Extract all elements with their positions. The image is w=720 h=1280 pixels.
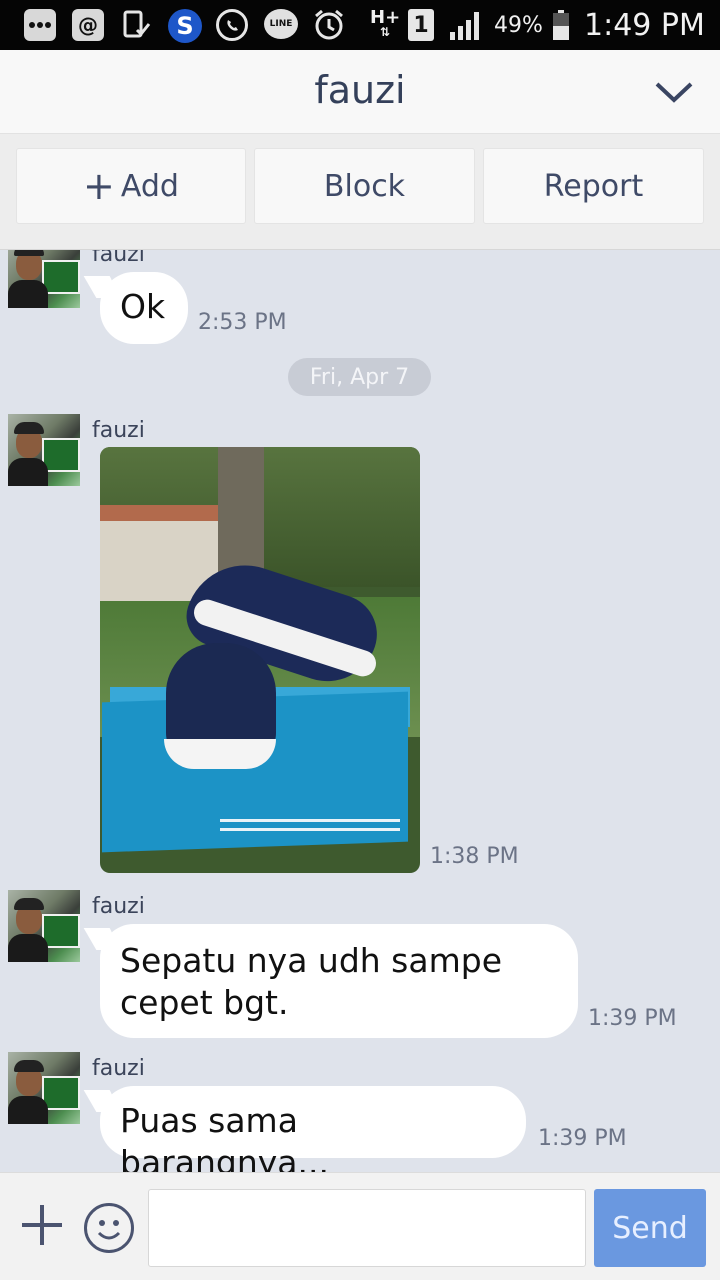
message-time: 1:39 PM (538, 1126, 627, 1151)
message-bubble[interactable]: Ok (100, 272, 188, 344)
message-bubble[interactable]: Sepatu nya udh sampe cepet bgt. (100, 924, 578, 1038)
sender-name: fauzi (92, 418, 145, 443)
action-bar: + Add Block Report (0, 134, 720, 250)
status-bar: @ S LINE H+ ⇅ 1 49% 1:49 PM (0, 0, 720, 50)
more-icon (24, 9, 56, 41)
message-time: 1:38 PM (430, 844, 519, 869)
add-button[interactable]: + Add (16, 148, 246, 224)
sender-name: fauzi (92, 250, 145, 267)
whatsapp-icon (216, 9, 248, 41)
chat-header: fauzi (0, 50, 720, 134)
chat-area[interactable]: fauzi Ok 2:53 PM Fri, Apr 7 fauzi 1:38 P… (0, 250, 720, 1172)
alarm-icon (312, 9, 346, 41)
signal-icon (448, 9, 484, 41)
plus-icon: + (83, 164, 115, 208)
at-icon: @ (72, 9, 104, 41)
sim-1-icon: 1 (408, 9, 434, 41)
clock: 1:49 PM (584, 7, 705, 43)
avatar[interactable] (8, 890, 80, 962)
sender-name: fauzi (92, 894, 145, 919)
report-button[interactable]: Report (483, 148, 704, 224)
avatar[interactable] (8, 414, 80, 486)
date-separator: Fri, Apr 7 (288, 358, 431, 396)
message-time: 1:39 PM (588, 1006, 677, 1031)
block-button[interactable]: Block (254, 148, 475, 224)
chevron-down-icon[interactable] (654, 76, 694, 106)
block-label: Block (323, 168, 406, 204)
battery-percent: 49% (494, 12, 543, 38)
sender-name: fauzi (92, 1056, 145, 1081)
message-text: cepet bgt. (120, 983, 289, 1022)
send-button[interactable]: Send (594, 1189, 706, 1267)
message-input[interactable] (148, 1189, 586, 1267)
battery-icon (550, 9, 572, 41)
composer-bar: Send (0, 1172, 720, 1280)
message-text: Sepatu nya udh sampe (120, 941, 502, 980)
device-check-icon (120, 9, 152, 41)
report-label: Report (543, 168, 644, 204)
hplus-icon: H+ ⇅ (370, 7, 401, 40)
message-bubble[interactable]: Puas sama barangnya... (100, 1086, 526, 1172)
plus-icon[interactable] (20, 1203, 64, 1247)
photo-message[interactable] (100, 447, 420, 873)
add-label: Add (120, 168, 179, 204)
message-time: 2:53 PM (198, 310, 287, 335)
message-text: Puas sama barangnya... (120, 1101, 329, 1172)
avatar[interactable] (8, 1052, 80, 1124)
line-icon: LINE (264, 9, 298, 39)
send-label: Send (612, 1210, 688, 1246)
s-icon: S (168, 9, 202, 43)
chat-title: fauzi (314, 68, 406, 112)
avatar[interactable] (8, 250, 80, 308)
message-text: Ok (120, 287, 166, 326)
emoji-icon[interactable] (84, 1203, 134, 1253)
